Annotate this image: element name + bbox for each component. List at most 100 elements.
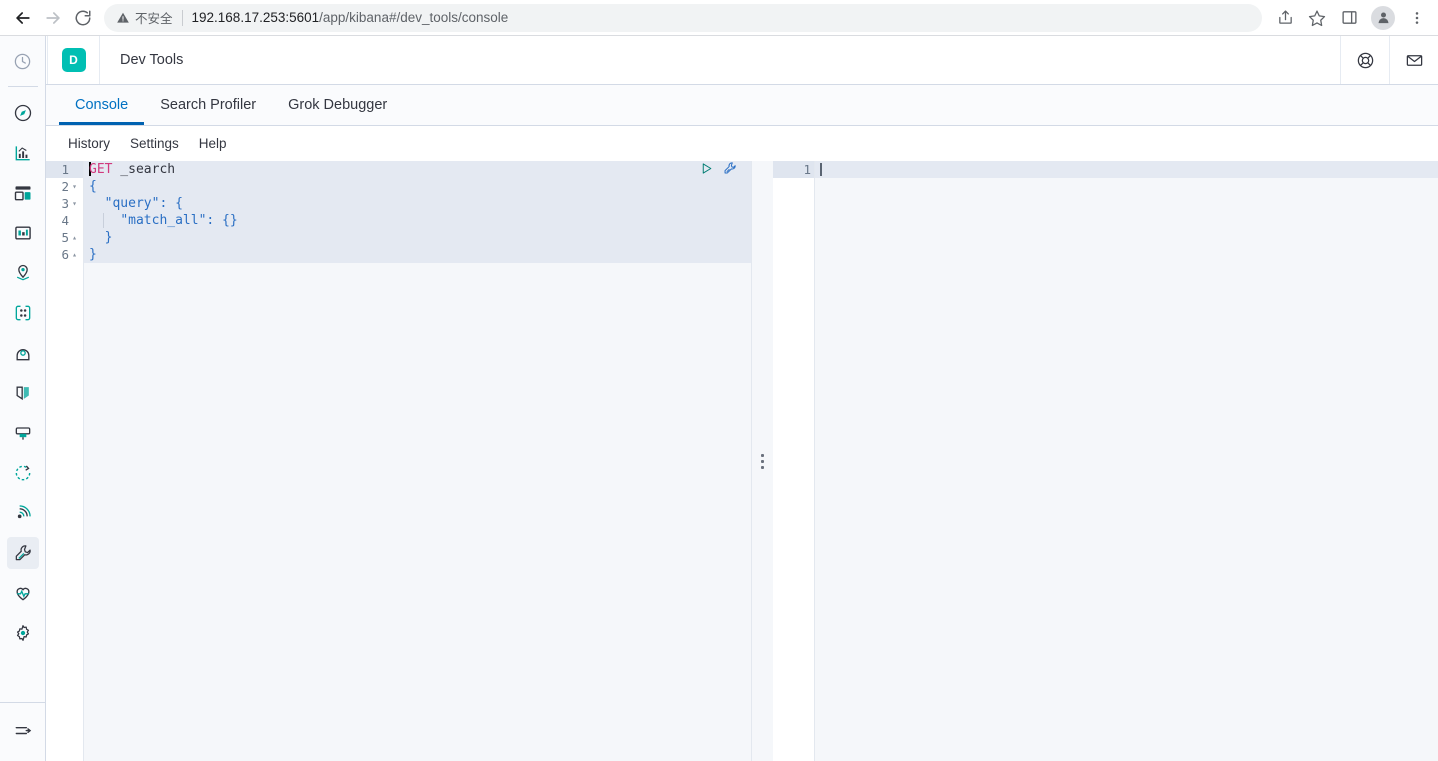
address-bar[interactable]: 不安全 192.168.17.253:5601/app/kibana#/dev_…	[104, 3, 1262, 32]
console-menu-help[interactable]: Help	[191, 132, 235, 155]
fold-toggle-icon[interactable]: ▴	[69, 246, 80, 263]
envelope-icon	[1406, 54, 1422, 66]
wrench-icon	[15, 545, 31, 561]
response-code-area[interactable]	[815, 161, 1438, 761]
code-token: : {}	[206, 213, 238, 228]
gutter-line[interactable]: 5 ▴	[46, 229, 83, 246]
pane-resize-handle[interactable]	[751, 161, 773, 761]
header-actions	[1340, 36, 1438, 84]
sidebar-item-dashboard[interactable]	[7, 177, 39, 209]
browser-reload-button[interactable]	[68, 3, 98, 33]
code-text: }	[84, 247, 97, 262]
sidebar-item-visualize[interactable]	[7, 137, 39, 169]
share-button[interactable]	[1270, 3, 1300, 33]
kibana-app: D Dev Tools Console Search Profiler Grok…	[0, 36, 1438, 761]
line-number: 6	[61, 247, 69, 262]
gutter-line[interactable]: 3 ▾	[46, 195, 83, 212]
sidebar-item-dev-tools[interactable]	[6, 537, 39, 569]
code-line[interactable]: }	[84, 246, 751, 263]
sidebar-item-recently-viewed[interactable]	[7, 45, 39, 77]
tab-console[interactable]: Console	[59, 85, 145, 125]
sidebar-item-monitoring[interactable]	[7, 577, 39, 609]
gutter-line[interactable]: 4▾	[46, 212, 83, 229]
side-panel-button[interactable]	[1334, 3, 1364, 33]
nav-collapse-button[interactable]	[7, 715, 39, 747]
console-menu-settings[interactable]: Settings	[122, 132, 187, 155]
code-token: : {	[159, 196, 183, 211]
code-line[interactable]	[815, 161, 1438, 178]
line-number: 3	[61, 196, 69, 211]
sidebar-item-discover[interactable]	[7, 97, 39, 129]
logs-icon	[16, 386, 29, 401]
app-badge: D	[61, 48, 86, 72]
response-editor[interactable]: 1	[773, 161, 1438, 761]
fold-toggle-icon[interactable]: ▾	[69, 178, 80, 195]
browser-toolbar: 不安全 192.168.17.253:5601/app/kibana#/dev_…	[0, 0, 1438, 36]
code-text: "query": {	[84, 196, 183, 211]
gutter-line[interactable]: 1▾	[46, 161, 83, 178]
request-action-icons	[700, 162, 737, 179]
help-button[interactable]	[1340, 36, 1389, 84]
news-feed-button[interactable]	[1389, 36, 1438, 84]
profile-button[interactable]	[1371, 5, 1395, 30]
share-icon	[1278, 10, 1292, 24]
console-tools-button[interactable]	[723, 161, 737, 180]
infrastructure-icon	[16, 349, 29, 361]
fold-toggle-icon[interactable]: ▾	[69, 195, 80, 212]
security-indicator[interactable]: 不安全	[116, 8, 173, 27]
uptime-icon	[15, 465, 30, 481]
url-host: 192.168.17.253:5601	[191, 10, 320, 25]
star-icon	[1308, 9, 1326, 26]
profile-avatar-icon	[1378, 12, 1388, 24]
sidebar-item-siem[interactable]	[7, 497, 39, 529]
machine-learning-icon	[15, 305, 30, 321]
browser-back-button[interactable]	[8, 3, 38, 33]
side-panel-icon	[1341, 11, 1357, 24]
send-request-button[interactable]	[700, 162, 713, 180]
console-body: 1▾2▾3▾4▾5▴6▴ GET _search{ "query": { "ma…	[46, 161, 1438, 761]
bookmark-button[interactable]	[1302, 3, 1332, 33]
code-line[interactable]: "query": {	[84, 195, 751, 212]
fold-toggle-icon[interactable]: ▴	[69, 229, 80, 246]
code-token: GET	[89, 162, 113, 177]
code-line[interactable]: {	[84, 178, 751, 195]
code-line[interactable]: }	[84, 229, 751, 246]
code-line[interactable]: "match_all": {}	[84, 212, 751, 229]
sidebar-item-management[interactable]	[7, 617, 39, 649]
tab-grok-debugger[interactable]: Grok Debugger	[272, 85, 403, 125]
siem-icon	[17, 505, 31, 519]
console-menu-history[interactable]: History	[60, 132, 118, 155]
sidebar-item-apm[interactable]	[7, 417, 39, 449]
help-lifebuoy-icon	[1357, 52, 1373, 68]
three-dot-menu-icon	[1415, 11, 1419, 24]
gutter-line[interactable]: 1	[773, 161, 814, 178]
gutter-line[interactable]: 6 ▴	[46, 246, 83, 263]
code-token: "query"	[104, 196, 160, 211]
canvas-icon	[14, 226, 31, 240]
sidebar-item-machine-learning[interactable]	[7, 297, 39, 329]
gutter-line[interactable]: 2 ▾	[46, 178, 83, 195]
grip-dot	[761, 459, 764, 463]
apm-icon	[15, 427, 30, 440]
sidebar-item-logs[interactable]	[7, 377, 39, 409]
code-token: "match_all"	[120, 213, 207, 228]
request-editor[interactable]: 1▾2▾3▾4▾5▴6▴ GET _search{ "query": { "ma…	[46, 161, 751, 761]
reload-icon	[75, 10, 91, 25]
grip-dot	[761, 465, 764, 469]
tab-search-profiler[interactable]: Search Profiler	[144, 85, 272, 125]
browser-menu-button[interactable]	[1402, 3, 1432, 33]
sidebar-item-canvas[interactable]	[7, 217, 39, 249]
sidebar-item-maps[interactable]	[7, 257, 39, 289]
line-number: 2	[61, 179, 69, 194]
code-line[interactable]: GET _search	[84, 161, 751, 178]
request-gutter: 1▾2▾3▾4▾5▴6▴	[46, 161, 84, 761]
request-code-area[interactable]: GET _search{ "query": { "match_all": {} …	[84, 161, 751, 761]
sidebar-item-infrastructure[interactable]	[7, 337, 39, 369]
browser-forward-button[interactable]	[38, 3, 68, 33]
sidebar-item-uptime[interactable]	[7, 457, 39, 489]
clock-icon	[14, 53, 31, 69]
console-tools-icon	[724, 162, 736, 174]
primary-nav	[0, 36, 46, 761]
